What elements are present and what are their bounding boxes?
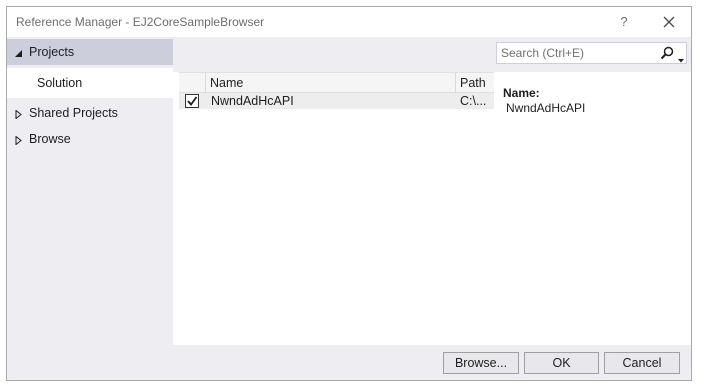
details-name-value: NwndAdHcAPI: [506, 101, 586, 115]
column-header-name[interactable]: Name: [206, 73, 456, 93]
checkmark-icon: [187, 96, 198, 106]
window-title: Reference Manager - EJ2CoreSampleBrowser: [16, 15, 265, 29]
column-header-label: Name: [210, 76, 244, 90]
tree-item-label: Projects: [29, 45, 75, 59]
help-button[interactable]: ?: [616, 13, 632, 31]
tree-item-browse[interactable]: Browse: [7, 126, 173, 152]
collapsed-arrow-icon[interactable]: [14, 108, 23, 120]
tree-item-label: Browse: [29, 132, 71, 146]
title-bar[interactable]: Reference Manager - EJ2CoreSampleBrowser…: [7, 7, 691, 37]
search-box[interactable]: [496, 42, 687, 64]
tree-item-label: Solution: [37, 76, 83, 90]
collapsed-arrow-icon[interactable]: [14, 134, 23, 146]
category-tree: Projects Solution Shared Projects Browse: [7, 37, 173, 345]
search-icon[interactable]: [660, 46, 674, 60]
close-icon[interactable]: [660, 13, 678, 31]
cancel-button[interactable]: Cancel: [604, 352, 680, 374]
column-header-path[interactable]: Path: [456, 73, 494, 93]
row-path: C:\...: [460, 94, 487, 108]
row-name: NwndAdHcAPI: [211, 94, 294, 108]
button-bar: Browse... OK Cancel: [7, 345, 691, 380]
tree-item-shared-projects[interactable]: Shared Projects: [7, 100, 173, 126]
table-row[interactable]: NwndAdHcAPI C:\...: [179, 93, 494, 109]
browse-button[interactable]: Browse...: [443, 352, 519, 374]
tree-item-solution[interactable]: Solution: [7, 68, 173, 98]
search-input[interactable]: [501, 45, 651, 61]
search-options-dropdown-icon[interactable]: [678, 52, 684, 63]
project-grid: Name Path NwndAdHcAPI C:\...: [179, 72, 494, 345]
reference-manager-dialog: Reference Manager - EJ2CoreSampleBrowser…: [6, 6, 692, 381]
grid-header: Name Path: [179, 72, 494, 93]
details-pane: [494, 37, 691, 345]
details-name-label: Name:: [503, 86, 540, 100]
tree-item-label: Shared Projects: [29, 106, 118, 120]
search-strip: [173, 37, 691, 72]
tree-item-projects[interactable]: Projects: [7, 39, 173, 65]
ok-button[interactable]: OK: [524, 352, 599, 374]
expanded-arrow-icon[interactable]: [14, 47, 23, 57]
column-header-label: Path: [460, 76, 486, 90]
row-checkbox[interactable]: [185, 94, 199, 108]
column-header-check[interactable]: [179, 73, 206, 93]
